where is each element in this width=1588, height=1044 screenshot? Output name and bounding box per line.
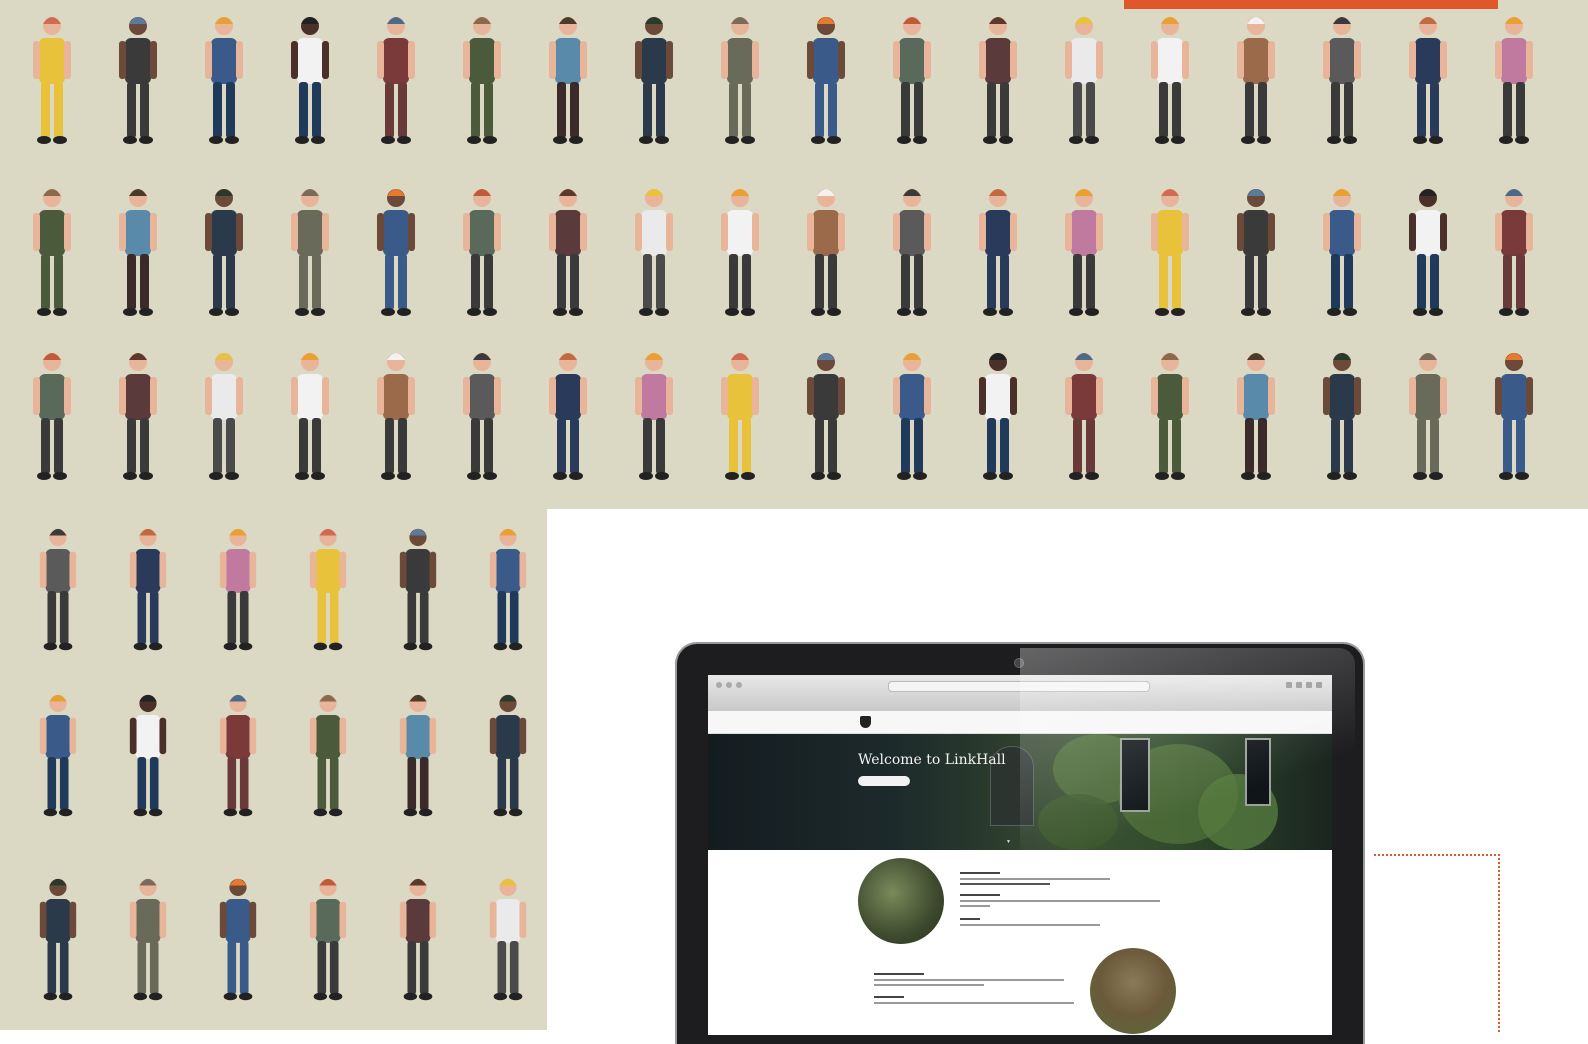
hero-title: Welcome to LinkHall bbox=[858, 752, 1006, 768]
illustration-panel-left bbox=[0, 509, 547, 1030]
orange-dotted-border bbox=[1374, 854, 1500, 1032]
text-line bbox=[874, 996, 904, 998]
text-line bbox=[960, 894, 1000, 896]
site-header bbox=[708, 711, 1332, 734]
text-line bbox=[960, 878, 1110, 880]
circle-photo bbox=[1090, 948, 1176, 1034]
window-controls[interactable] bbox=[716, 682, 742, 688]
arrow-down-icon[interactable]: ▼ bbox=[1006, 839, 1011, 845]
hero-banner: Welcome to LinkHall ▼ bbox=[708, 734, 1332, 850]
text-line bbox=[960, 924, 1100, 926]
text-line bbox=[874, 1002, 1074, 1004]
browser-toolbar bbox=[708, 675, 1332, 712]
text-line bbox=[960, 883, 1050, 885]
building-window bbox=[1245, 738, 1271, 806]
hero-button[interactable] bbox=[858, 776, 910, 786]
text-line bbox=[874, 979, 1064, 981]
text-line bbox=[960, 918, 980, 920]
text-line bbox=[874, 973, 924, 975]
browser-tools[interactable] bbox=[1286, 682, 1322, 688]
text-line bbox=[874, 984, 984, 986]
shield-logo-icon bbox=[860, 716, 871, 728]
webcam-icon bbox=[1014, 658, 1024, 668]
building-window bbox=[1120, 738, 1150, 812]
content-section bbox=[708, 850, 1332, 1035]
circle-photo bbox=[858, 858, 944, 944]
address-bar[interactable] bbox=[888, 681, 1150, 692]
monitor-screen: Welcome to LinkHall ▼ bbox=[708, 675, 1332, 1035]
orange-accent-bar bbox=[1124, 0, 1498, 9]
text-line bbox=[960, 900, 1160, 902]
text-line bbox=[960, 872, 1000, 874]
text-line bbox=[960, 905, 990, 907]
illustration-panel-top bbox=[0, 0, 1588, 509]
